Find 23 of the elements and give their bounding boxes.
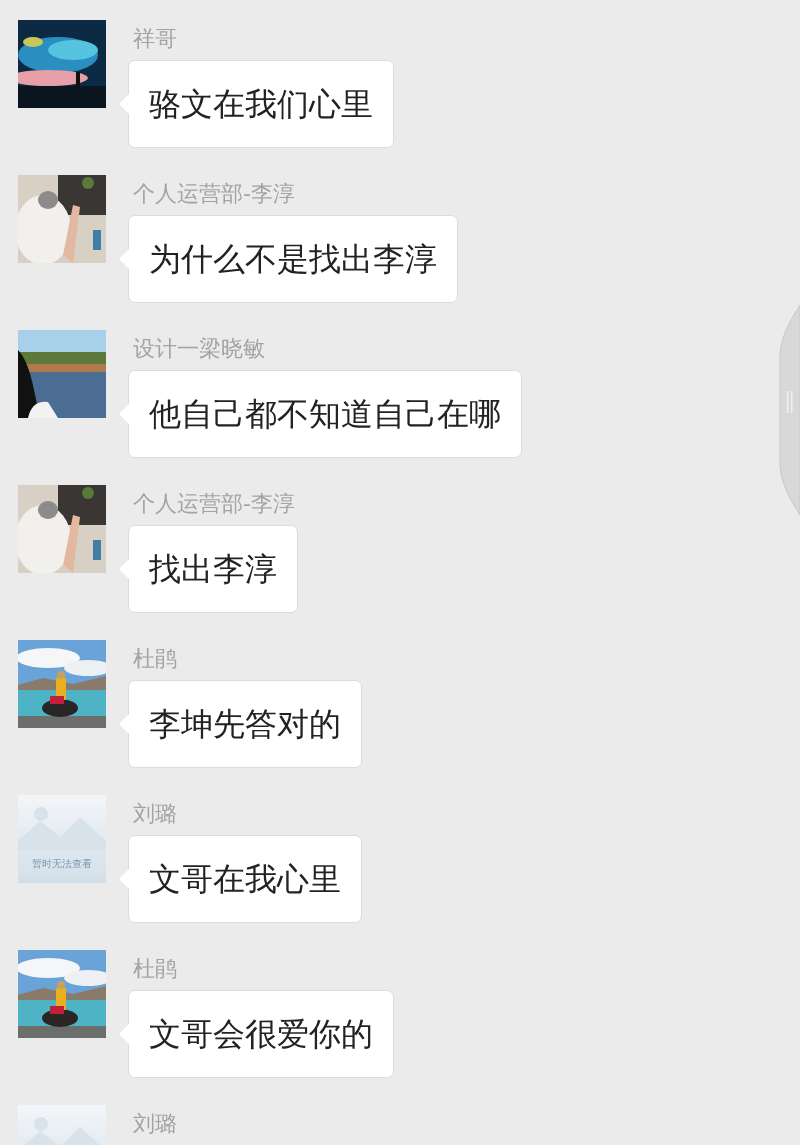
sender-name: 刘璐 — [132, 801, 178, 827]
message-bubble: 为什么不是找出李淳 — [128, 215, 458, 303]
sender-name: 杜鹃 — [132, 956, 178, 982]
sender-name: 个人运营部-李淳 — [132, 491, 296, 517]
bubble-tail — [119, 559, 129, 579]
placeholder-text: 暂时无法查看 — [32, 859, 92, 869]
bubble-tail — [119, 714, 129, 734]
message-bubble: 他自己都不知道自己在哪 — [128, 370, 522, 458]
message-bubble: 骆文在我们心里 — [128, 60, 394, 148]
message-bubble: 文哥在我心里 — [128, 835, 362, 923]
sender-name: 杜鹃 — [132, 646, 178, 672]
sender-name: 刘璐 — [132, 1111, 177, 1137]
bubble-tail — [119, 94, 129, 114]
bubble-tail — [119, 249, 129, 269]
sender-name: 设计一梁晓敏 — [132, 336, 266, 362]
bubble-tail — [119, 869, 129, 889]
message-bubble: 找出李淳 — [128, 525, 298, 613]
sender-name: 祥哥 — [132, 26, 178, 52]
bubble-tail — [119, 404, 129, 424]
message-bubble: 文哥会很爱你的 — [128, 990, 394, 1078]
message-bubble: 李坤先答对的 — [128, 680, 362, 768]
bubble-tail — [119, 1024, 129, 1044]
sender-name: 个人运营部-李淳 — [132, 181, 296, 207]
